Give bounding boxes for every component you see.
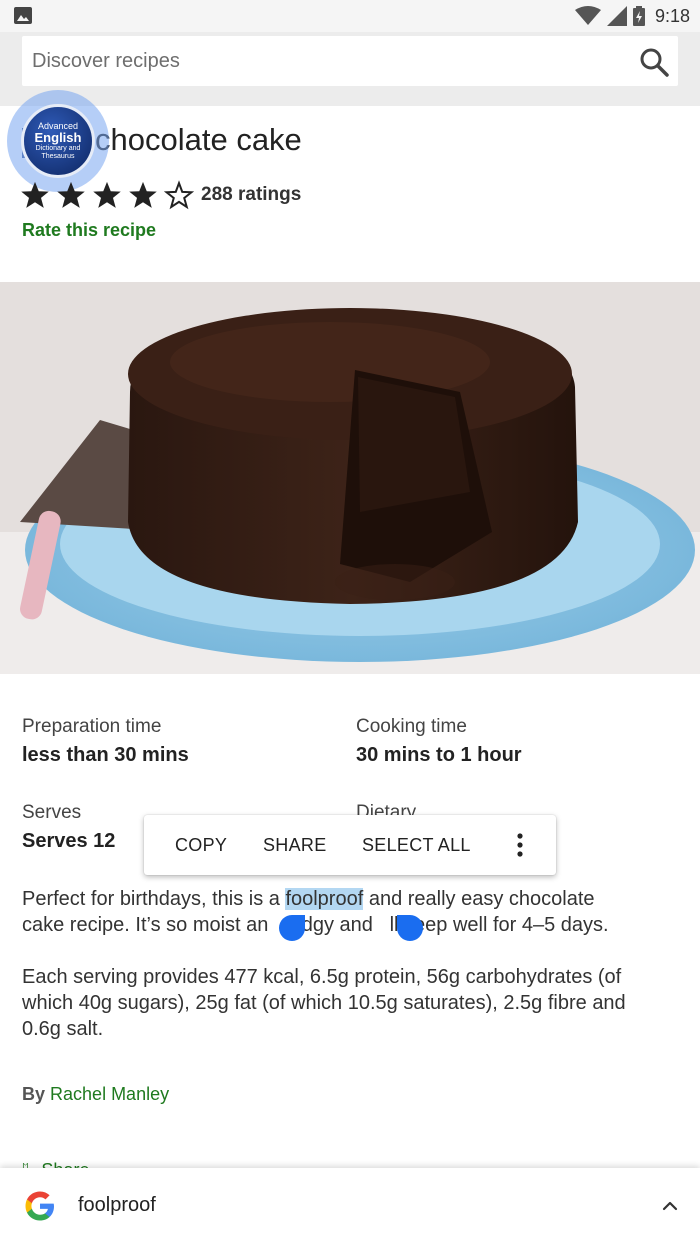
- selection-end-handle[interactable]: [397, 915, 423, 941]
- search-box: [22, 36, 678, 86]
- search-icon[interactable]: [638, 46, 670, 78]
- recipe-title: chocolate cake: [95, 122, 302, 157]
- star-rating: [20, 180, 194, 210]
- selected-text[interactable]: foolproof: [285, 888, 364, 910]
- star-filled-icon: [93, 181, 121, 208]
- google-logo-icon: [25, 1191, 54, 1221]
- image-notification-icon: [14, 7, 32, 24]
- status-icons: 9:18: [574, 5, 690, 27]
- text-selection-toolbar: COPY SHARE SELECT ALL: [144, 815, 556, 875]
- prep-time-label: Preparation time: [22, 716, 162, 737]
- selection-start-handle[interactable]: [279, 915, 305, 941]
- ratings-count: 288 ratings: [201, 184, 302, 205]
- share-button[interactable]: SHARE: [263, 835, 327, 856]
- serves-label: Serves: [22, 802, 82, 823]
- floating-dictionary-bubble[interactable]: Advanced English Dictionary and Thesauru…: [7, 90, 109, 192]
- star-filled-icon: [21, 181, 49, 208]
- select-all-button[interactable]: SELECT ALL: [362, 835, 471, 856]
- star-filled-icon: [57, 181, 85, 208]
- nutrition-line-3: 0.6g salt.: [22, 1018, 104, 1040]
- serves-value: Serves 12: [22, 830, 116, 852]
- dictionary-app-logo: Advanced English Dictionary and Thesauru…: [21, 104, 95, 178]
- chevron-up-icon[interactable]: [660, 1196, 680, 1216]
- star-filled-icon: [129, 181, 157, 208]
- cook-time-label: Cooking time: [356, 716, 467, 737]
- recipe-photo: [0, 282, 700, 674]
- cell-signal-icon: [606, 6, 627, 26]
- cook-time-value: 30 mins to 1 hour: [356, 744, 522, 766]
- search-query: foolproof: [78, 1194, 156, 1216]
- author-link[interactable]: Rachel Manley: [50, 1084, 169, 1104]
- google-search-sheet[interactable]: foolproof: [0, 1168, 700, 1244]
- copy-button[interactable]: COPY: [175, 835, 227, 856]
- search-input[interactable]: [32, 36, 622, 86]
- nutrition-line-1: Each serving provides 477 kcal, 6.5g pro…: [22, 966, 622, 988]
- more-options-icon[interactable]: [508, 831, 532, 859]
- star-empty-icon: [164, 180, 194, 210]
- prep-time-value: less than 30 mins: [22, 744, 189, 766]
- description-line-2: cake recipe. It’s so moist an fudgy and …: [22, 914, 609, 936]
- rate-recipe-link[interactable]: Rate this recipe: [22, 220, 156, 241]
- wifi-icon: [574, 6, 601, 25]
- byline: By Rachel Manley: [22, 1084, 170, 1104]
- description-line-1: Perfect for birthdays, this is a foolpro…: [22, 888, 595, 910]
- battery-icon: [632, 6, 645, 26]
- search-bar-area: [0, 32, 700, 106]
- clock: 9:18: [654, 5, 690, 26]
- status-bar: 9:18: [0, 0, 700, 32]
- nutrition-line-2: which 40g sugars), 25g fat (of which 10.…: [22, 992, 626, 1014]
- chocolate-cake-illustration: [0, 282, 700, 674]
